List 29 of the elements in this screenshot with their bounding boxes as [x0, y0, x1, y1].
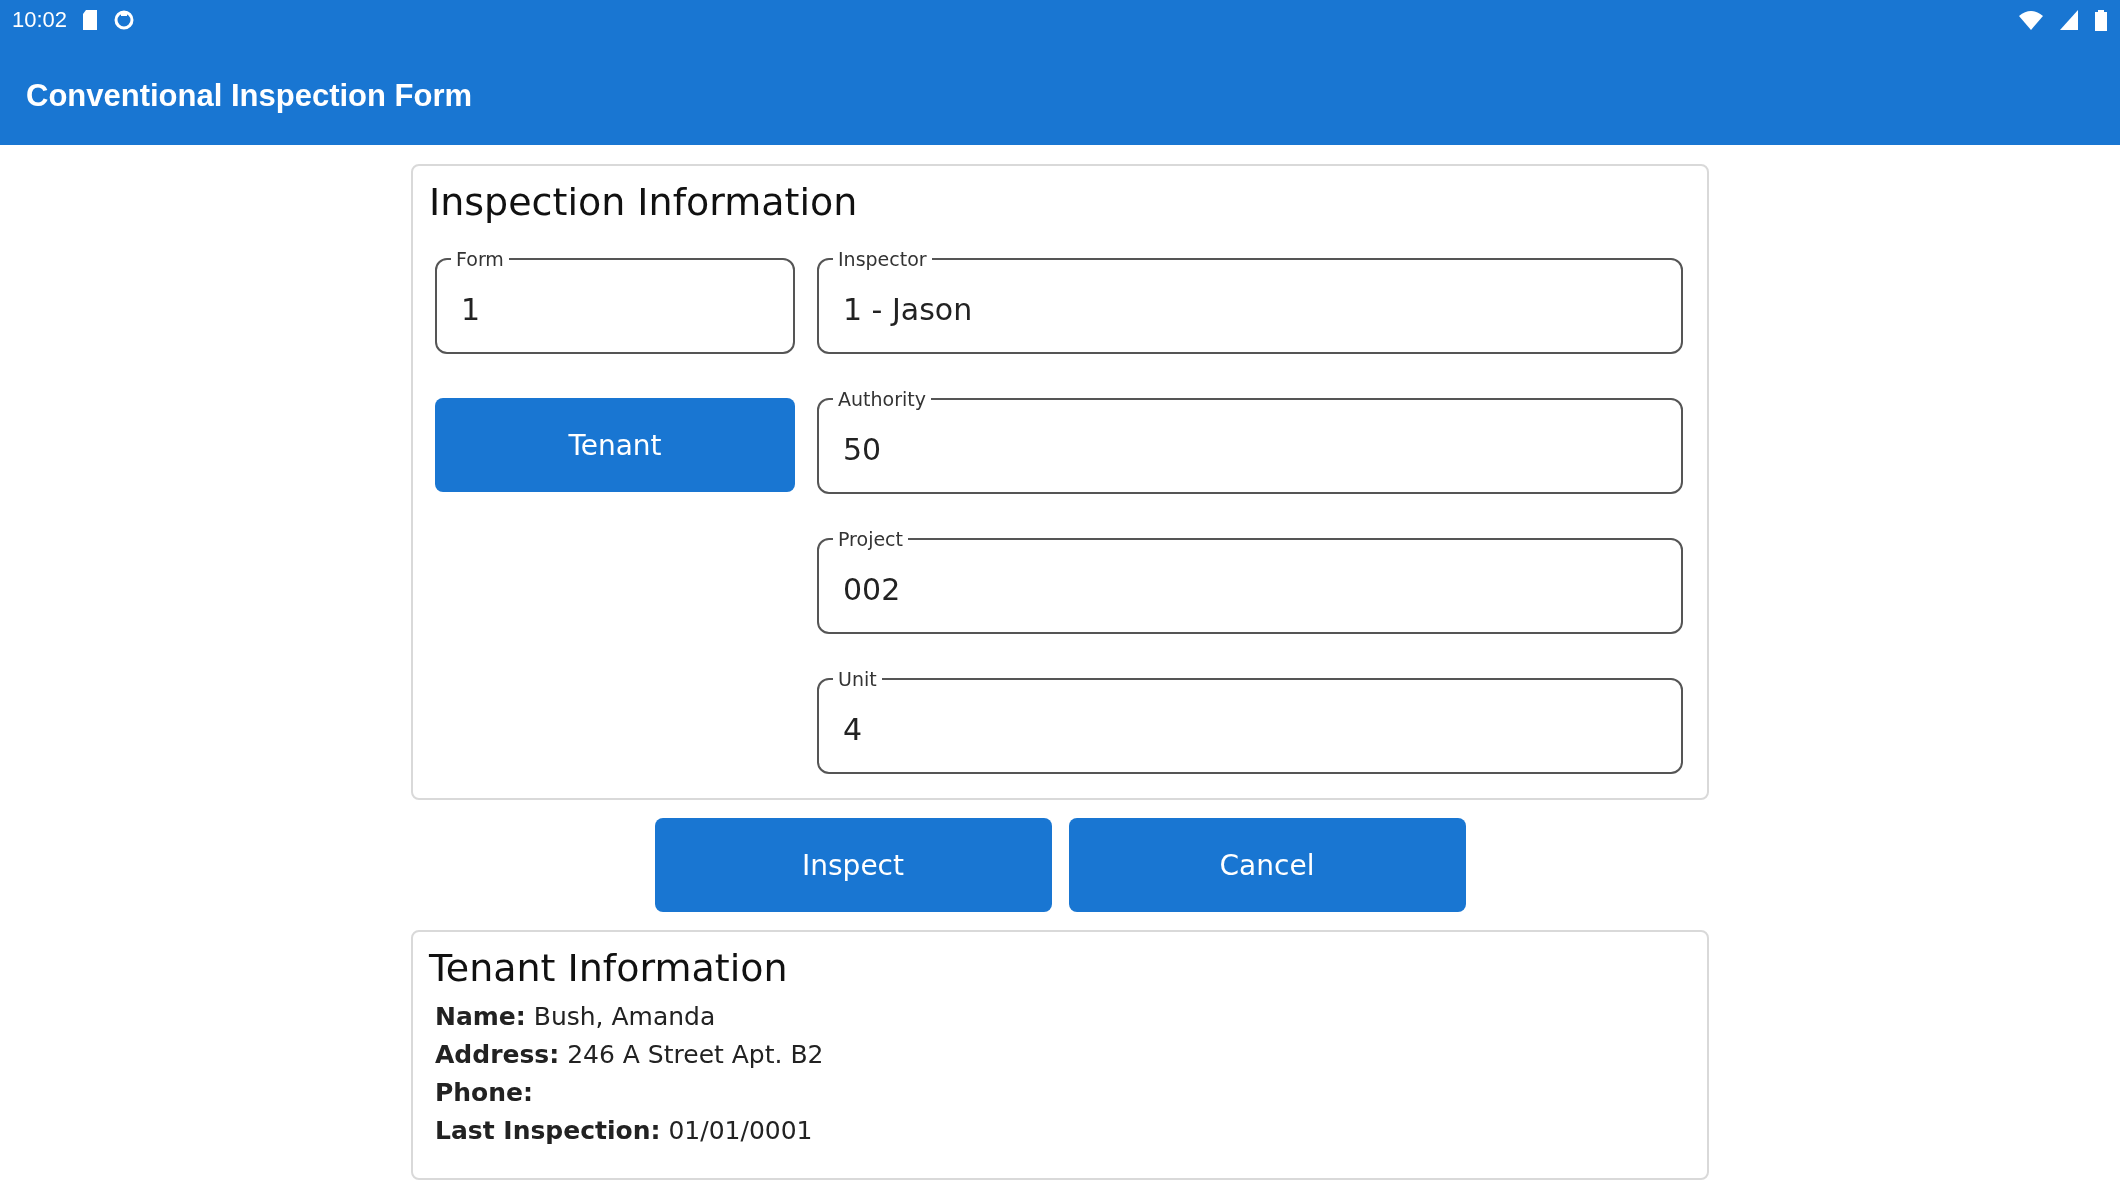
app-title: Conventional Inspection Form	[26, 78, 473, 114]
wifi-icon	[2018, 8, 2044, 32]
field-value: 1	[461, 291, 481, 327]
signal-icon	[2058, 8, 2080, 32]
tenant-detail: Address: 246 A Street Apt. B2	[435, 1040, 824, 1069]
field-label: Inspector	[837, 248, 928, 270]
field-value: 1 - Jason	[843, 291, 973, 327]
tenant-button[interactable]: Tenant	[435, 398, 795, 492]
field-label: Authority	[837, 388, 927, 410]
inspect-button[interactable]: Inspect	[654, 818, 1052, 912]
field-label: Form	[455, 248, 505, 270]
tenant-detail: Last Inspection: 01/01/0001	[435, 1116, 813, 1145]
field-label: Project	[837, 528, 904, 550]
tenant-detail: Phone:	[435, 1078, 534, 1107]
sd-card-icon	[81, 8, 100, 32]
cancel-button[interactable]: Cancel	[1068, 818, 1466, 912]
section-heading: Tenant Information	[429, 946, 788, 990]
field-value: 002	[843, 571, 901, 607]
circle-icon	[113, 8, 136, 32]
field-label: Unit	[837, 668, 878, 690]
status-time: 10:02	[12, 7, 68, 33]
battery-icon	[2094, 8, 2108, 32]
field-value: 50	[843, 431, 882, 467]
text-field[interactable]: Project 002	[817, 528, 1683, 634]
section-heading: Inspection Information	[429, 180, 858, 224]
text-field[interactable]: Unit 4	[817, 668, 1683, 774]
field-value: 4	[843, 711, 863, 747]
tenant-detail: Name: Bush, Amanda	[435, 1002, 716, 1031]
text-field[interactable]: Authority 50	[817, 388, 1683, 494]
